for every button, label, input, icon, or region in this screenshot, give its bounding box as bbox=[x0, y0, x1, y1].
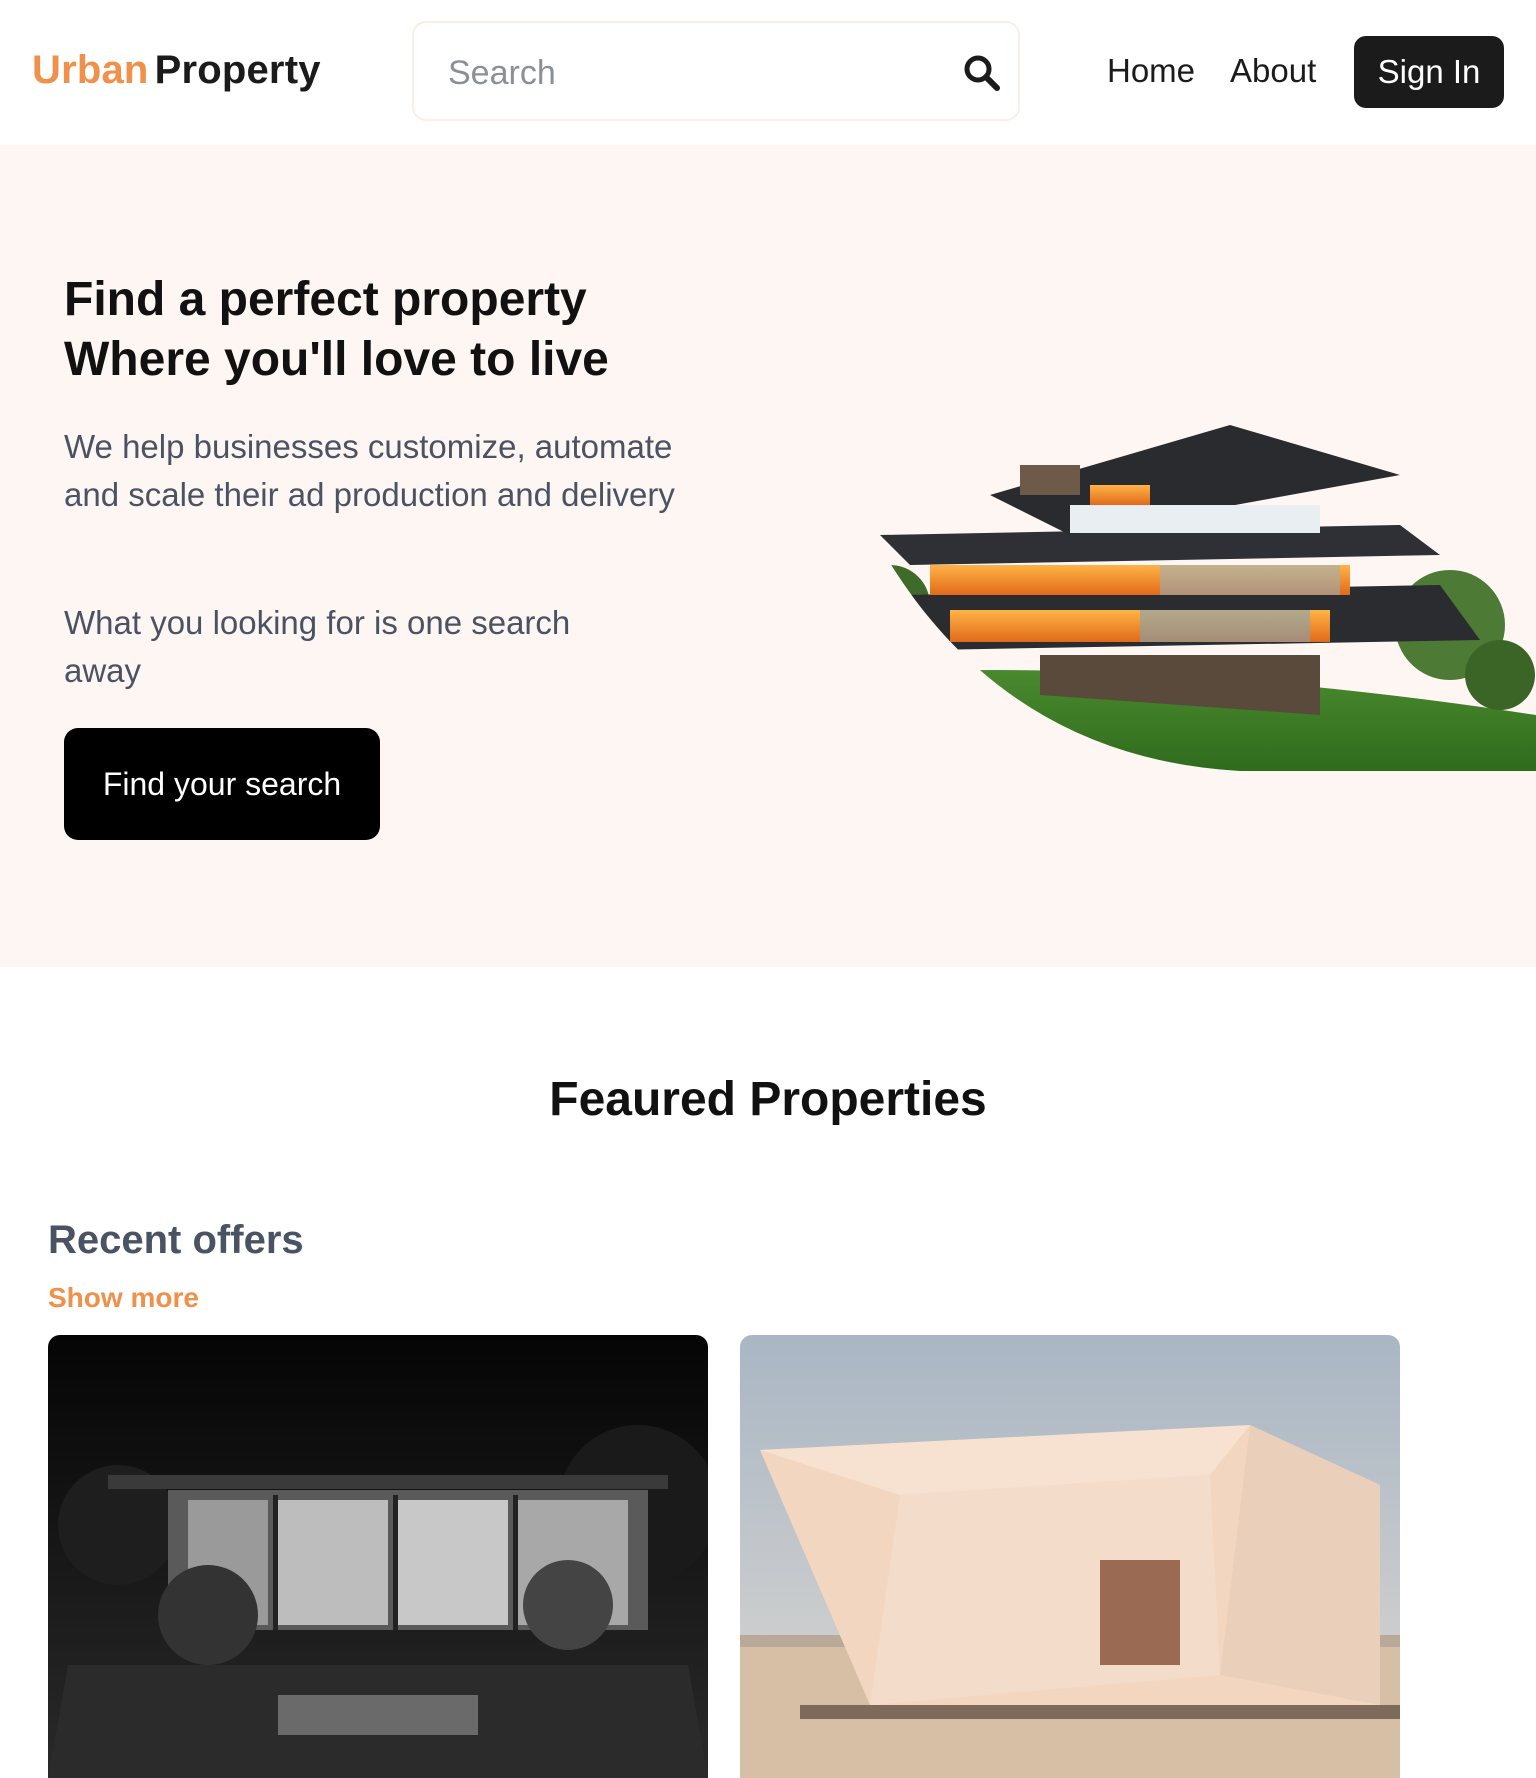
recent-offers-title: Recent offers bbox=[48, 1218, 304, 1262]
search-icon[interactable] bbox=[962, 53, 1002, 93]
nav-home[interactable]: Home bbox=[1107, 52, 1195, 90]
logo-urban: Urban bbox=[32, 48, 149, 92]
property-card-1[interactable] bbox=[48, 1335, 708, 1778]
hero-description: We help businesses customize, automate a… bbox=[64, 428, 675, 513]
property-image-2 bbox=[740, 1335, 1400, 1778]
logo[interactable]: Urban Property bbox=[32, 48, 321, 93]
hero-tagline: What you looking for is one search away bbox=[64, 604, 571, 689]
property-card-2[interactable] bbox=[740, 1335, 1400, 1778]
logo-property: Property bbox=[154, 48, 321, 92]
header: UrbanProperty Home About Sign In bbox=[0, 0, 1536, 145]
show-more-link[interactable]: Show more bbox=[48, 1282, 199, 1314]
hero-title-line1: Find a perfect property bbox=[64, 273, 587, 326]
hero-title-line2: Where you'll love to live bbox=[64, 333, 609, 386]
search-input[interactable] bbox=[448, 51, 928, 95]
featured-title: Feaured Properties bbox=[549, 1073, 987, 1126]
hero-house-image bbox=[840, 425, 1536, 775]
find-search-button[interactable]: Find your search bbox=[64, 728, 380, 840]
hero-section: Find a perfect property Where you'll lov… bbox=[0, 145, 1536, 967]
hero-title: Find a perfect property Where you'll lov… bbox=[64, 270, 609, 390]
nav-about[interactable]: About bbox=[1230, 52, 1316, 90]
sign-in-button[interactable]: Sign In bbox=[1354, 36, 1504, 108]
property-image-1 bbox=[48, 1335, 708, 1778]
search-bar bbox=[412, 21, 1020, 121]
